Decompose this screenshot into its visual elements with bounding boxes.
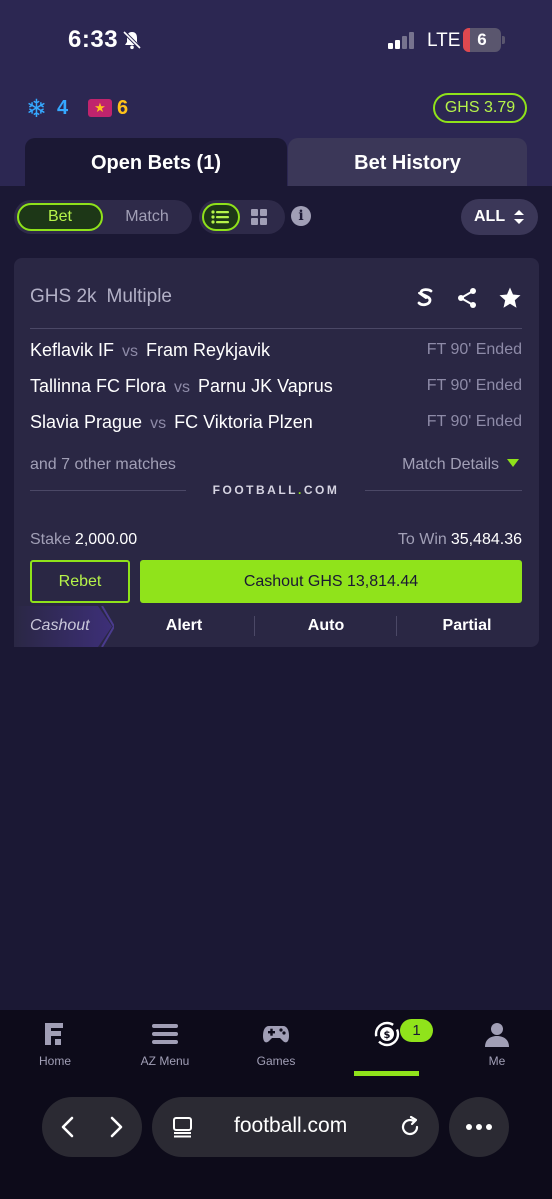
nav-label: AZ Menu <box>140 1054 190 1068</box>
balance-pill[interactable]: GHS 3.79 <box>433 93 527 123</box>
cashout-alert-button[interactable]: Alert <box>144 617 224 635</box>
person-icon <box>485 1023 509 1047</box>
football-com-logo: FOOTBALL.COM <box>212 483 340 497</box>
cashout-partial-button[interactable]: Partial <box>427 617 507 635</box>
other-matches-label: and 7 other matches <box>30 456 176 473</box>
list-view-button[interactable] <box>202 203 240 231</box>
battery-icon: 6 <box>463 28 501 52</box>
away-team: Parnu JK Vaprus <box>198 376 333 396</box>
view-toggle <box>199 200 285 234</box>
grid-icon[interactable] <box>249 207 269 227</box>
match-details-label: Match Details <box>402 456 499 473</box>
share-icon[interactable] <box>455 286 479 310</box>
match-row[interactable]: Keflavik IF vs Fram Reykjavik FT 90' Ended <box>30 340 522 364</box>
option-separator <box>254 616 255 636</box>
browser-history-controls <box>42 1097 142 1157</box>
info-icon[interactable]: i <box>291 206 311 226</box>
cashout-auto-button[interactable]: Auto <box>286 617 366 635</box>
nav-label: Games <box>256 1054 296 1068</box>
bet-type: Multiple <box>106 286 173 307</box>
battery-tip <box>502 36 505 44</box>
vs-label: vs <box>174 379 191 396</box>
to-win-row: To Win 35,484.36 <box>398 531 522 549</box>
match-status: FT 90' Ended <box>426 413 522 430</box>
gamepad-icon <box>263 1026 289 1043</box>
bet-card: GHS 2k Multiple Keflavik IF vs Fram Reykjav… <box>14 258 539 647</box>
browser-more-button[interactable] <box>449 1097 509 1157</box>
snowflake-icon[interactable]: ❄ <box>26 96 47 122</box>
bet-stake-short: GHS 2k <box>30 286 97 307</box>
status-time: 6:33 <box>68 26 119 53</box>
bell-muted-icon <box>122 30 142 50</box>
nav-label: Me <box>488 1054 506 1068</box>
open-bets-badge: 1 <box>400 1019 433 1042</box>
vs-label: vs <box>122 343 139 360</box>
bet-match-toggle: Bet Match <box>14 200 192 234</box>
home-team: Slavia Prague <box>30 412 143 432</box>
stake-value: 2,000.00 <box>74 531 138 548</box>
forward-arrow-icon[interactable] <box>106 1115 126 1139</box>
brand-divider-right <box>365 490 522 491</box>
tab-open-bets[interactable]: Open Bets (1) <box>25 138 287 186</box>
sort-dropdown[interactable]: ALL <box>461 199 538 235</box>
menu-icon <box>152 1024 178 1044</box>
match-status: FT 90' Ended <box>426 377 522 394</box>
match-row[interactable]: Tallinna FC Flora vs Parnu JK Vaprus FT 90… <box>30 376 522 400</box>
cashout-button[interactable]: Cashout GHS 13,814.44 <box>140 560 522 603</box>
stake-row: Stake 2,000.00 <box>30 531 137 549</box>
cashout-tag-label: Cashout <box>30 617 90 634</box>
home-logo-icon <box>45 1023 63 1045</box>
sort-label: ALL <box>474 208 506 225</box>
tab-layout-icon[interactable] <box>172 1116 194 1138</box>
ticket-icon[interactable]: ★ <box>88 99 112 117</box>
away-team: Fram Reykjavik <box>146 340 271 360</box>
match-row[interactable]: Slavia Prague vs FC Viktoria Plzen FT 90' … <box>30 412 522 436</box>
nav-label: Home <box>38 1054 71 1068</box>
nav-az-menu[interactable]: AZ Menu <box>130 1020 200 1068</box>
rebet-button[interactable]: Rebet <box>30 560 130 603</box>
vs-label: vs <box>150 415 167 432</box>
card-divider <box>30 328 522 329</box>
list-icon <box>211 210 229 224</box>
signal-icon <box>388 31 418 49</box>
toggle-bet[interactable]: Bet <box>17 203 103 231</box>
freeze-count: 4 <box>57 97 69 119</box>
nav-me[interactable]: Me <box>462 1020 532 1068</box>
url-text: football.com <box>234 1114 348 1137</box>
caret-down-icon <box>507 459 519 467</box>
back-arrow-icon[interactable] <box>58 1115 78 1139</box>
nav-games[interactable]: Games <box>241 1020 311 1068</box>
to-win-label: To Win <box>397 531 447 548</box>
match-details-link[interactable]: Match Details <box>402 456 519 474</box>
nav-home[interactable]: Home <box>20 1020 90 1068</box>
home-team: Tallinna FC Flora <box>30 376 167 396</box>
browser-address-bar[interactable]: football.com <box>152 1097 439 1157</box>
nav-active-indicator <box>354 1071 419 1076</box>
away-team: FC Viktoria Plzen <box>174 412 313 432</box>
tab-bet-history[interactable]: Bet History <box>288 138 527 186</box>
to-win-value: 35,484.36 <box>450 531 522 548</box>
sort-arrows-icon <box>514 210 524 224</box>
svg-text:$: $ <box>384 1030 391 1041</box>
sportybet-share-icon[interactable] <box>414 286 438 310</box>
network-label: LTE <box>427 30 461 51</box>
reload-icon[interactable] <box>398 1115 422 1139</box>
bet-title: GHS 2k Multiple <box>30 286 172 308</box>
ticket-count: 6 <box>117 97 129 119</box>
cashout-coin-icon: $ <box>374 1021 400 1047</box>
match-status: FT 90' Ended <box>426 341 522 358</box>
star-icon[interactable] <box>498 286 522 310</box>
brand-divider-left <box>30 490 186 491</box>
more-dots-icon <box>466 1124 492 1130</box>
toggle-match[interactable]: Match <box>105 203 189 231</box>
home-team: Keflavik IF <box>30 340 115 360</box>
option-separator <box>396 616 397 636</box>
status-bar: 6:33 LTE 6 <box>0 0 552 80</box>
stake-label: Stake <box>30 531 71 548</box>
battery-level: 6 <box>477 30 487 49</box>
